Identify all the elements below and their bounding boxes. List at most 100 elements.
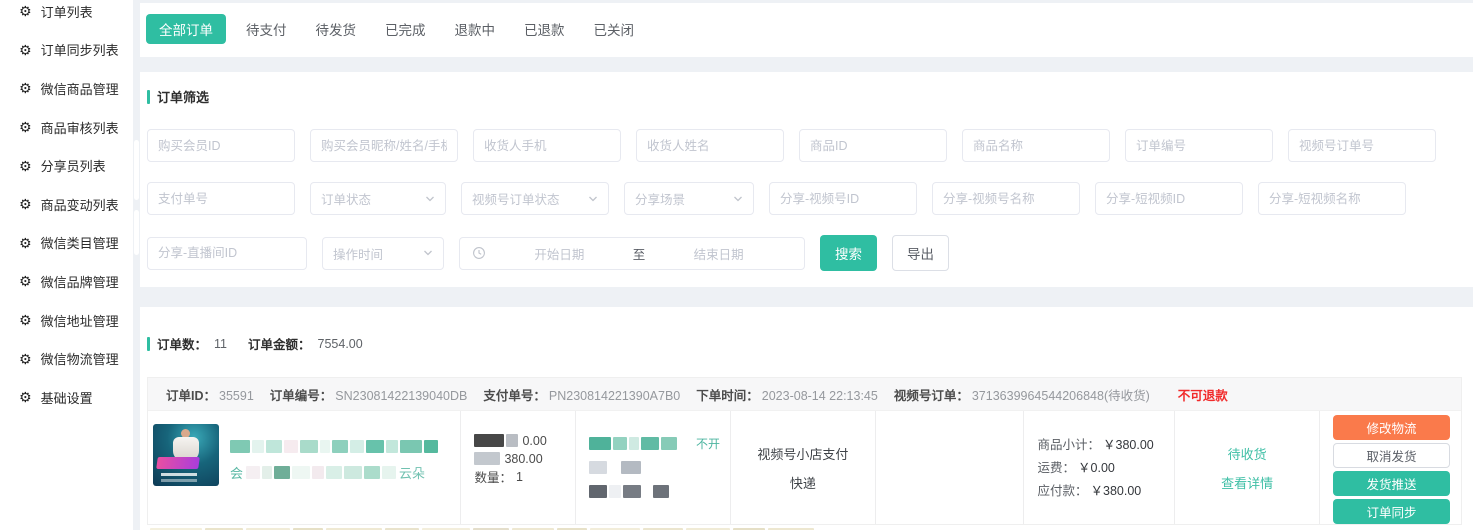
no-refund-badge: 不可退款 [1178, 385, 1228, 404]
shipping-fee-line: 运费：￥0.00 [1038, 460, 1175, 473]
sidebar-item-wechat-logistics[interactable]: ⚙微信物流管理 [0, 339, 133, 378]
sidebar-item-label: 分享员列表 [41, 156, 106, 175]
order-status-select[interactable]: 订单状态 [310, 182, 446, 215]
payment-no: 支付单号：PN230814221390A7B0 [483, 385, 680, 404]
order-id: 订单ID：35591 [166, 385, 254, 404]
orders-list-panel: 订单数： 11 订单金额： 7554.00 订单ID：35591 订单编号：SN… [140, 307, 1473, 530]
channel-order-status-select[interactable]: 视频号订单状态 [461, 182, 609, 215]
chevron-down-icon [588, 194, 598, 204]
redaction-blocks [474, 452, 500, 465]
sidebar-item-label: 微信物流管理 [41, 349, 119, 368]
export-button[interactable]: 导出 [892, 235, 949, 271]
receiver-phone-input[interactable] [473, 129, 621, 162]
edit-logistics-button[interactable]: 修改物流 [1333, 415, 1450, 440]
tab-refunding[interactable]: 退款中 [455, 14, 496, 44]
actions-cell: 修改物流 取消发货 发货推送 订单同步 [1319, 411, 1461, 524]
date-end-placeholder[interactable]: 结束日期 [645, 244, 792, 263]
filter-title-row: 订单筛选 [147, 72, 1473, 106]
tab-pending-shipment[interactable]: 待发货 [316, 14, 357, 44]
date-separator: 至 [633, 244, 646, 263]
select-placeholder: 订单状态 [321, 189, 371, 208]
shipment-push-button[interactable]: 发货推送 [1333, 471, 1450, 496]
share-video-id-input[interactable] [1095, 182, 1243, 215]
sidebar-scrollbar-thumb[interactable] [134, 140, 139, 200]
orders-amount-value: 7554.00 [318, 337, 363, 351]
select-placeholder: 操作时间 [333, 244, 383, 263]
share-channel-name-input[interactable] [932, 182, 1080, 215]
sidebar-item-order-sync[interactable]: ⚙订单同步列表 [0, 31, 133, 70]
order-sn-input[interactable] [1125, 129, 1273, 162]
filter-title: 订单筛选 [157, 87, 209, 106]
filter-row-1 [147, 129, 1473, 162]
sidebar-item-product-changes[interactable]: ⚙商品变动列表 [0, 185, 133, 224]
date-range-picker[interactable]: 开始日期 至 结束日期 [459, 237, 805, 270]
cancel-shipment-button[interactable]: 取消发货 [1333, 443, 1450, 468]
sidebar-item-orders[interactable]: ⚙订单列表 [0, 0, 133, 31]
redaction-blocks [246, 466, 396, 479]
recipient-cell: 不开 [575, 411, 730, 524]
price-fragment: 380.00 [504, 452, 542, 466]
sidebar-item-label: 订单列表 [41, 2, 93, 21]
order-card: 订单ID：35591 订单编号：SN23081422139040DB 支付单号：… [147, 377, 1462, 525]
buyer-name-input[interactable] [310, 129, 458, 162]
section-accent-bar [147, 337, 150, 351]
sidebar-item-wechat-addresses[interactable]: ⚙微信地址管理 [0, 301, 133, 340]
date-start-placeholder[interactable]: 开始日期 [486, 244, 633, 263]
product-id-input[interactable] [799, 129, 947, 162]
order-card-body: 会 云朵 0.00 380.00 数量：1 不开 [148, 411, 1461, 524]
tab-pending-payment[interactable]: 待支付 [246, 14, 287, 44]
share-video-name-input[interactable] [1258, 182, 1406, 215]
share-channel-id-input[interactable] [769, 182, 917, 215]
redaction-blocks [589, 437, 677, 450]
order-card-header: 订单ID：35591 订单编号：SN23081422139040DB 支付单号：… [148, 378, 1461, 411]
operation-time-select[interactable]: 操作时间 [322, 237, 444, 270]
quantity-value: 1 [516, 470, 523, 484]
redacted-recipient-line [589, 461, 720, 474]
view-detail-link[interactable]: 查看详情 [1221, 473, 1273, 492]
sidebar-item-label: 订单同步列表 [41, 40, 119, 59]
tab-closed[interactable]: 已关闭 [594, 14, 635, 44]
sidebar-gutter [133, 0, 140, 530]
share-scene-select[interactable]: 分享场景 [624, 182, 754, 215]
price-fragment: 0.00 [522, 434, 546, 448]
sidebar-item-wechat-brands[interactable]: ⚙微信品牌管理 [0, 262, 133, 301]
buyer-id-input[interactable] [147, 129, 295, 162]
channel-order-no-input[interactable] [1288, 129, 1436, 162]
tab-all-orders[interactable]: 全部订单 [146, 14, 226, 44]
chevron-down-icon [733, 194, 743, 204]
totals-cell: 商品小计：￥380.00 运费：￥0.00 应付款：￥380.00 [1023, 411, 1175, 524]
gear-icon: ⚙ [19, 120, 32, 134]
sidebar-item-wechat-products[interactable]: ⚙微信商品管理 [0, 69, 133, 108]
sidebar-item-wechat-categories[interactable]: ⚙微信类目管理 [0, 224, 133, 263]
sidebar-item-label: 微信商品管理 [41, 79, 119, 98]
shipping-method: 快递 [790, 473, 816, 492]
sidebar-item-sharers[interactable]: ⚙分享员列表 [0, 146, 133, 185]
gear-icon: ⚙ [19, 197, 32, 211]
order-sync-button[interactable]: 订单同步 [1333, 499, 1450, 524]
sidebar-menu: ⚙订单列表 ⚙订单同步列表 ⚙微信商品管理 ⚙商品审核列表 ⚙分享员列表 ⚙商品… [0, 0, 133, 417]
select-placeholder: 分享场景 [635, 189, 685, 208]
recipient-fragment: 不开 [696, 435, 720, 452]
receiver-name-input[interactable] [636, 129, 784, 162]
sidebar-item-label: 微信类目管理 [41, 233, 119, 252]
payment-no-input[interactable] [147, 182, 295, 215]
redacted-title-line: 会 云朵 [230, 465, 438, 479]
sidebar-item-basic-settings[interactable]: ⚙基础设置 [0, 378, 133, 417]
tab-refunded[interactable]: 已退款 [524, 14, 565, 44]
product-name-input[interactable] [962, 129, 1110, 162]
filter-row-2: 订单状态 视频号订单状态 分享场景 [147, 182, 1473, 215]
share-liveroom-id-input[interactable] [147, 237, 307, 270]
sidebar-item-label: 商品审核列表 [41, 118, 119, 137]
orders-count-value: 11 [214, 337, 227, 351]
price-line-redacted: 380.00 [474, 452, 575, 465]
sidebar-item-product-review[interactable]: ⚙ 商品审核列表 [0, 108, 133, 147]
sidebar-scrollbar-thumb[interactable] [134, 210, 139, 255]
spacer-cell [875, 411, 1023, 524]
select-placeholder: 视频号订单状态 [472, 189, 560, 208]
product-cell: 会 云朵 [148, 411, 460, 524]
search-button[interactable]: 搜索 [820, 235, 877, 271]
redaction-blocks [474, 434, 518, 447]
redaction-blocks [589, 485, 669, 498]
tab-completed[interactable]: 已完成 [385, 14, 426, 44]
orders-amount-label: 订单金额： [248, 334, 311, 353]
